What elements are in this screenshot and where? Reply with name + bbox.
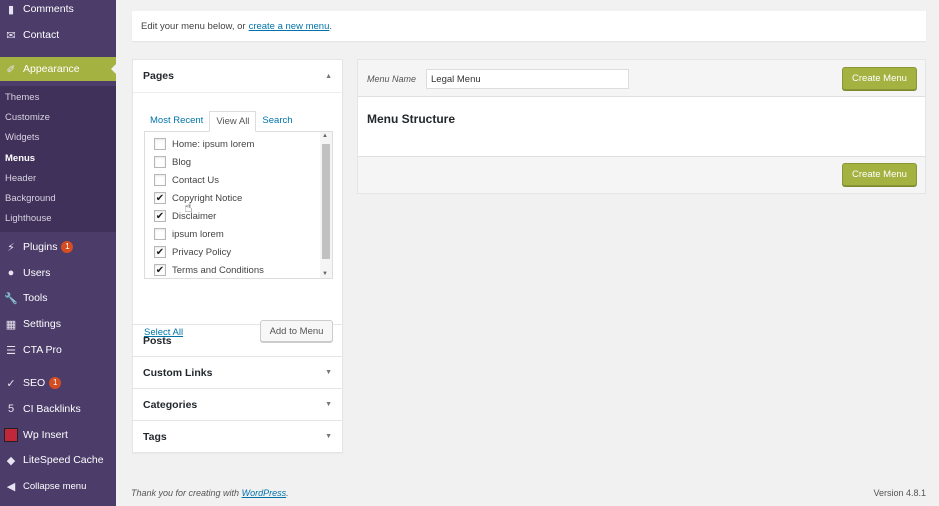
add-to-menu-button[interactable]: Add to Menu	[260, 320, 333, 342]
wordpress-link[interactable]: WordPress	[242, 488, 287, 498]
page-checkbox-row[interactable]: Contact Us	[154, 174, 219, 186]
checkbox[interactable]	[154, 174, 166, 186]
create-new-menu-link[interactable]: create a new menu	[249, 21, 330, 32]
menu-management-panel: Menu Name Create Menu Menu Structure Cre…	[357, 59, 926, 194]
seo-notification-badge: 1	[49, 377, 62, 389]
sidebar-item-users[interactable]: ● Users	[0, 261, 116, 285]
custom-links-section-header[interactable]: Custom Links ▼	[133, 356, 342, 388]
chevron-up-icon: ▲	[325, 72, 332, 80]
checkbox[interactable]	[154, 156, 166, 168]
wrench-icon: 🔧	[4, 292, 18, 305]
pages-tabs: Most Recent View All Search	[144, 111, 299, 132]
sidebar-item-seo[interactable]: ✓ SEO 1	[0, 371, 116, 395]
scroll-thumb[interactable]	[322, 144, 330, 259]
admin-sidebar: ▮ Comments ✉ Contact ✐ Appearance Themes…	[0, 0, 116, 506]
comment-icon: ▮	[7, 3, 15, 16]
menu-name-input[interactable]	[426, 69, 629, 89]
tab-search[interactable]: Search	[256, 111, 298, 132]
submenu-menus[interactable]: Menus	[5, 153, 35, 164]
plugin-icon: ⚡	[7, 241, 15, 254]
paintbrush-icon: ✐	[6, 63, 16, 76]
wp-insert-icon	[4, 428, 18, 442]
edit-menu-notice: Edit your menu below, or create a new me…	[132, 11, 926, 41]
settings-icon: ▦	[5, 318, 17, 331]
menu-structure-body: Menu Structure	[358, 97, 925, 157]
sidebar-item-ci-backlinks[interactable]: 5 CI Backlinks	[0, 397, 116, 421]
appearance-submenu: Themes Customize Widgets Menus Header Ba…	[0, 86, 116, 232]
yoast-icon: ✓	[6, 377, 16, 390]
menu-header: Menu Name Create Menu	[358, 60, 925, 97]
checkbox-checked[interactable]: ✔	[154, 210, 166, 222]
plugins-update-badge: 1	[61, 241, 74, 253]
scroll-up-arrow-icon[interactable]: ▲	[322, 133, 328, 139]
sidebar-item-litespeed-cache[interactable]: ◆ LiteSpeed Cache	[0, 448, 116, 472]
submenu-customize[interactable]: Customize	[5, 112, 50, 123]
tab-most-recent[interactable]: Most Recent	[144, 111, 209, 132]
tab-view-all[interactable]: View All	[209, 111, 257, 132]
sidebar-item-wp-insert[interactable]: Wp Insert	[0, 423, 116, 447]
create-menu-button-top[interactable]: Create Menu	[842, 67, 917, 90]
backlinks-icon: 5	[7, 403, 15, 415]
user-icon: ●	[7, 267, 15, 279]
categories-section-header[interactable]: Categories ▼	[133, 388, 342, 420]
page-checkbox-row[interactable]: Blog	[154, 156, 191, 168]
page-checkbox-row[interactable]: ✔ Terms and Conditions	[154, 264, 264, 276]
collapse-menu-button[interactable]: ◀ Collapse menu	[0, 474, 116, 498]
collapse-icon: ◀	[6, 480, 16, 493]
sidebar-item-tools[interactable]: 🔧 Tools	[0, 286, 116, 310]
select-all-link[interactable]: Select All	[144, 327, 183, 338]
page-checkbox-row[interactable]: Home: ipsum lorem	[154, 138, 254, 150]
sidebar-item-contact[interactable]: ✉ Contact	[0, 23, 116, 47]
hand-cursor-icon: ☝	[184, 199, 193, 215]
menu-name-label: Menu Name	[367, 74, 417, 84]
cta-icon: ☰	[6, 344, 16, 357]
submenu-lighthouse[interactable]: Lighthouse	[5, 213, 51, 224]
checkbox[interactable]	[154, 138, 166, 150]
menu-footer: Create Menu	[358, 157, 925, 193]
page-checkbox-row[interactable]: ipsum lorem	[154, 228, 224, 240]
scroll-down-arrow-icon[interactable]: ▼	[322, 271, 328, 277]
checkbox-checked[interactable]: ✔	[154, 264, 166, 276]
submenu-widgets[interactable]: Widgets	[5, 132, 39, 143]
tags-section-header[interactable]: Tags ▼	[133, 420, 342, 452]
chevron-down-icon: ▼	[325, 401, 332, 408]
checkbox-checked[interactable]: ✔	[154, 192, 166, 204]
pages-checklist: Home: ipsum lorem Blog Contact Us ✔ Copy…	[144, 131, 333, 279]
checkbox-checked[interactable]: ✔	[154, 246, 166, 258]
chevron-down-icon: ▼	[325, 369, 332, 376]
page-checkbox-row[interactable]: ✔ Privacy Policy	[154, 246, 231, 258]
submenu-header[interactable]: Header	[5, 173, 36, 184]
sidebar-item-settings[interactable]: ▦ Settings	[0, 312, 116, 336]
create-menu-button-bottom[interactable]: Create Menu	[842, 163, 917, 186]
menu-structure-title: Menu Structure	[367, 112, 456, 126]
sidebar-item-appearance[interactable]: ✐ Appearance	[0, 57, 116, 81]
sidebar-item-cta-pro[interactable]: ☰ CTA Pro	[0, 338, 116, 362]
footer-version: Version 4.8.1	[873, 488, 926, 498]
envelope-icon: ✉	[6, 29, 16, 42]
pages-section-header[interactable]: Pages ▲	[133, 60, 342, 92]
add-menu-items-accordion: Pages ▲ Most Recent View All Search Home…	[132, 59, 343, 453]
pages-section-body: Most Recent View All Search Home: ipsum …	[133, 92, 342, 342]
submenu-background[interactable]: Background	[5, 193, 56, 204]
sidebar-item-comments[interactable]: ▮ Comments	[0, 0, 116, 21]
checkbox[interactable]	[154, 228, 166, 240]
footer-thanks: Thank you for creating with WordPress.	[131, 488, 289, 498]
submenu-themes[interactable]: Themes	[5, 92, 39, 103]
chevron-down-icon: ▼	[325, 433, 332, 440]
litespeed-icon: ◆	[6, 454, 16, 467]
page-checkbox-row[interactable]: ✔ Copyright Notice	[154, 192, 242, 204]
pages-scrollbar[interactable]: ▲ ▼	[320, 132, 332, 278]
sidebar-item-plugins[interactable]: ⚡ Plugins 1	[0, 235, 116, 259]
